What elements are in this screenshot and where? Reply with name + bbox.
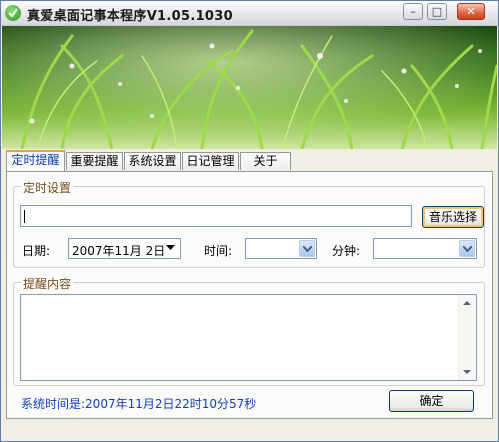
chevron-down-icon[interactable] [299, 240, 315, 257]
date-value: 2007年11月 2日 [72, 244, 166, 258]
minute-label: 分钟: [332, 244, 361, 258]
time-label: 时间: [204, 244, 233, 258]
vertical-scrollbar[interactable] [458, 295, 476, 380]
tab-diary-management[interactable]: 日记管理 [182, 152, 239, 170]
chevron-down-icon[interactable] [459, 240, 475, 257]
music-file-input[interactable] [20, 205, 412, 227]
tab-about[interactable]: 关于 [240, 152, 291, 170]
hour-select[interactable] [245, 238, 317, 259]
system-time-status: 系统时间是:2007年11月2日22时10分57秒 [21, 397, 257, 411]
reminder-content-group: 提醒内容 [13, 275, 485, 386]
scroll-down-icon[interactable] [463, 370, 471, 374]
minute-select[interactable] [373, 238, 477, 259]
tab-timed-reminder[interactable]: 定时提醒 [6, 150, 65, 171]
app-window: 真爱桌面记事本程序V1.05.1030 – □ ✕ 定时提醒 重要提醒 系统设置… [0, 0, 499, 442]
chevron-down-icon[interactable] [163, 240, 179, 257]
timed-reminder-panel: 定时设置 音乐选择 日期: 2007年11月 2日 时间: 分钟: 提醒内容 系… [6, 171, 493, 419]
window-title: 真爱桌面记事本程序V1.05.1030 [27, 9, 233, 24]
music-select-button[interactable]: 音乐选择 [422, 206, 484, 228]
maximize-button[interactable]: □ [427, 3, 447, 20]
reminder-content-textarea[interactable] [20, 294, 477, 381]
app-logo-icon [5, 5, 21, 21]
title-bar[interactable]: 真爱桌面记事本程序V1.05.1030 – □ ✕ [1, 1, 498, 26]
close-button[interactable]: ✕ [457, 3, 485, 20]
tab-system-settings[interactable]: 系统设置 [124, 152, 181, 170]
timer-settings-group: 定时设置 音乐选择 日期: 2007年11月 2日 时间: 分钟: [13, 179, 485, 268]
confirm-button[interactable]: 确定 [389, 390, 474, 412]
reminder-content-title: 提醒内容 [21, 275, 74, 292]
tab-important-reminder[interactable]: 重要提醒 [66, 152, 123, 170]
text-caret [24, 210, 25, 223]
scroll-up-icon[interactable] [463, 301, 471, 305]
minimize-button[interactable]: – [403, 3, 423, 20]
date-picker[interactable]: 2007年11月 2日 [68, 238, 181, 259]
date-label: 日期: [22, 244, 51, 258]
grass-banner-image [2, 26, 497, 149]
timer-settings-title: 定时设置 [21, 179, 74, 196]
